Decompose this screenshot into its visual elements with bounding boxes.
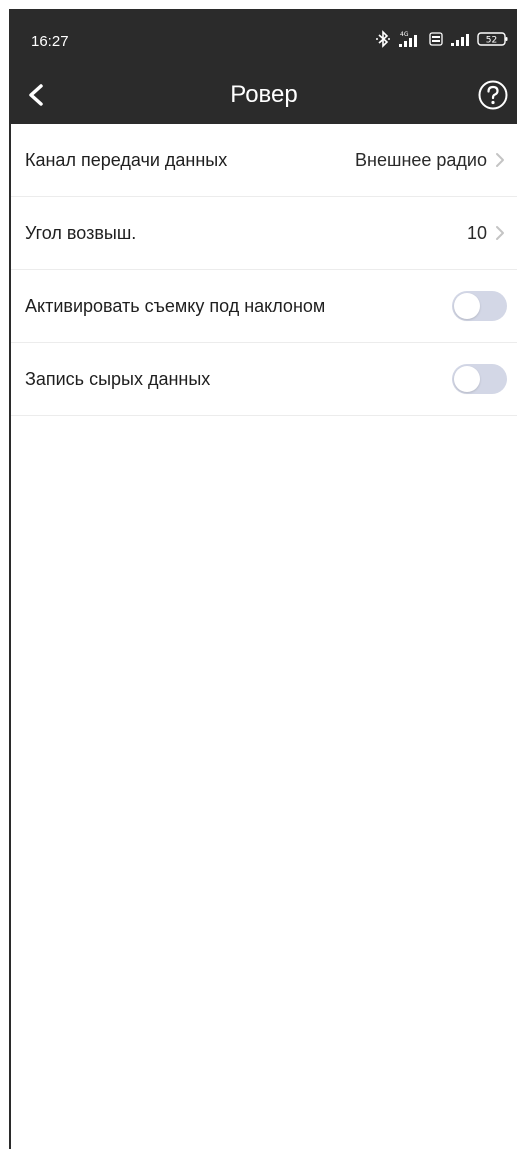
- volte-icon: [429, 32, 443, 46]
- setting-label: Активировать съемку под наклоном: [25, 295, 326, 316]
- setting-raw-data-recording: Запись сырых данных: [11, 343, 517, 416]
- phone-screen: 16:27 4G 52 Ровер Канал передачи данных …: [9, 9, 517, 1149]
- top-bar: 16:27 4G 52 Ровер: [11, 9, 517, 124]
- signal-4g-icon: 4G: [399, 31, 417, 47]
- signal-icon: [451, 34, 469, 46]
- battery-level: 52: [486, 36, 497, 46]
- chevron-right-icon: [496, 153, 504, 167]
- network-type-label: 4G: [400, 31, 409, 38]
- setting-value: 10: [466, 222, 487, 243]
- status-icons: 4G 52: [375, 30, 509, 48]
- status-bar: 16:27 4G 52: [11, 9, 517, 63]
- page-title: Ровер: [230, 81, 298, 108]
- battery-icon: 52: [477, 32, 508, 46]
- nav-bar: Ровер: [11, 71, 517, 124]
- setting-elevation-angle[interactable]: Угол возвыш. 10: [11, 197, 517, 270]
- toggle-knob: [454, 293, 480, 319]
- question-circle-icon: [478, 80, 508, 110]
- setting-label: Угол возвыш.: [25, 222, 137, 243]
- raw-data-toggle[interactable]: [452, 364, 507, 394]
- setting-value: Внешнее радио: [355, 149, 487, 170]
- bluetooth-icon: [376, 30, 390, 48]
- help-button[interactable]: [477, 79, 509, 111]
- status-time: 16:27: [31, 33, 69, 50]
- toggle-knob: [454, 366, 480, 392]
- setting-tilt-survey: Активировать съемку под наклоном: [11, 270, 517, 343]
- chevron-right-icon: [496, 226, 504, 240]
- tilt-survey-toggle[interactable]: [452, 291, 507, 321]
- setting-data-channel[interactable]: Канал передачи данных Внешнее радио: [11, 124, 517, 197]
- setting-label: Запись сырых данных: [25, 368, 211, 389]
- setting-label: Канал передачи данных: [25, 149, 228, 170]
- screen-frame-left: [0, 0, 9, 1149]
- screen-frame-top: [0, 0, 517, 9]
- settings-list: Канал передачи данных Внешнее радио Угол…: [11, 124, 517, 416]
